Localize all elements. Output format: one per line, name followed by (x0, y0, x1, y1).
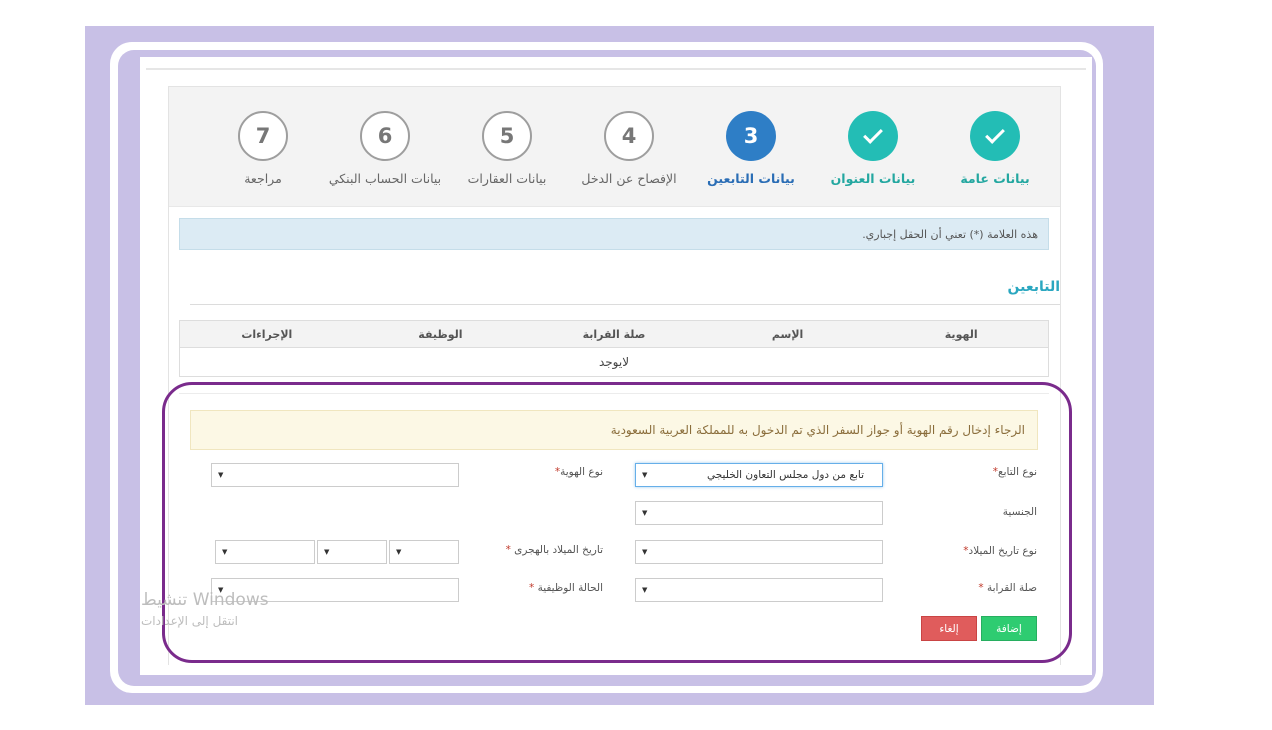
add-dependent-form: الرجاء إدخال رقم الهوية أو جواز السفر ال… (179, 393, 1049, 665)
step-dependents[interactable]: 3 بيانات التابعين (686, 111, 816, 186)
step-label: مراجعة (244, 171, 282, 186)
column-header: الإسم (771, 327, 804, 341)
required-info-alert: هذه العلامة (*) تعني أن الحقل إجباري. (179, 218, 1049, 250)
column-header: الإجراءات (241, 327, 293, 341)
step-number: 4 (604, 111, 654, 161)
step-review[interactable]: 7 مراجعة (198, 111, 328, 186)
step-properties[interactable]: 5 بيانات العقارات (442, 111, 572, 186)
step-bank[interactable]: 6 بيانات الحساب البنكي (320, 111, 450, 186)
wizard-steps: بيانات عامة بيانات العنوان 3 بيانات التا… (169, 87, 1060, 207)
hijri-year-select[interactable]: ▼ (215, 540, 315, 564)
label-text: نوع التابع (998, 466, 1037, 478)
step-label: بيانات العنوان (830, 171, 916, 186)
required-mark: * (978, 582, 984, 594)
hijri-month-select[interactable]: ▼ (317, 540, 387, 564)
watermark-line1: تنشيط Windows (141, 590, 269, 610)
step-label: بيانات العقارات (467, 171, 547, 186)
required-mark: * (528, 582, 535, 594)
column-header: الهوية (944, 327, 978, 341)
label-text: الحالة الوظيفية (537, 582, 603, 594)
cancel-button[interactable]: إلغاء (921, 616, 977, 641)
id-warning-alert: الرجاء إدخال رقم الهوية أو جواز السفر ال… (190, 410, 1038, 450)
label-text: نوع الهوية (560, 466, 603, 478)
check-icon (970, 111, 1020, 161)
dropdown-arrow-icon: ▼ (642, 471, 648, 479)
nationality-select[interactable]: ▼ (635, 501, 883, 525)
dropdown-arrow-icon: ▼ (218, 471, 224, 479)
step-general[interactable]: بيانات عامة (930, 111, 1060, 186)
screenshot-area: بيانات عامة بيانات العنوان 3 بيانات التا… (146, 68, 1086, 665)
hijri-birth-date-label: تاريخ الميلاد بالهجرى * (506, 544, 603, 556)
birth-date-type-select[interactable]: ▼ (635, 540, 883, 564)
step-label: بيانات الحساب البنكي (328, 171, 442, 186)
dependents-table: الهوية الإسم صلة القرابة الوظيفة الإجراء… (179, 320, 1049, 377)
windows-activation-watermark: تنشيط Windows انتقل إلى الإعدادات (141, 590, 269, 628)
id-type-select[interactable]: ▼ (211, 463, 459, 487)
dropdown-arrow-icon: ▼ (324, 548, 330, 556)
relationship-label: صلة القرابة * (978, 582, 1037, 594)
step-number: 7 (238, 111, 288, 161)
step-number: 5 (482, 111, 532, 161)
id-type-label: نوع الهوية* (555, 466, 603, 478)
select-value: تابع من دول مجلس التعاون الخليجي (707, 469, 864, 481)
step-label: الإفصاح عن الدخل (581, 171, 677, 186)
label-text: نوع تاريخ الميلاد (968, 545, 1037, 557)
dropdown-arrow-icon: ▼ (222, 548, 228, 556)
dropdown-arrow-icon: ▼ (396, 548, 402, 556)
step-number: 3 (726, 111, 776, 161)
add-button[interactable]: إضافة (981, 616, 1037, 641)
dropdown-arrow-icon: ▼ (642, 586, 648, 594)
column-header: الوظيفة (418, 327, 463, 341)
nationality-label: الجنسية (1002, 506, 1037, 518)
required-mark: * (505, 544, 511, 556)
check-icon (848, 111, 898, 161)
step-label: بيانات عامة (960, 171, 1030, 186)
relationship-select[interactable]: ▼ (635, 578, 883, 602)
wizard-panel: بيانات عامة بيانات العنوان 3 بيانات التا… (168, 86, 1061, 665)
dropdown-arrow-icon: ▼ (642, 548, 648, 556)
watermark-line2: انتقل إلى الإعدادات (141, 614, 239, 628)
dependent-type-label: نوع التابع* (993, 466, 1037, 478)
step-income[interactable]: 4 الإفصاح عن الدخل (564, 111, 694, 186)
table-header: الهوية الإسم صلة القرابة الوظيفة الإجراء… (180, 321, 1048, 348)
table-empty-row: لايوجد (598, 355, 630, 369)
section-title: التابعين (190, 279, 1060, 305)
dropdown-arrow-icon: ▼ (642, 509, 648, 517)
label-text: تاريخ الميلاد بالهجرى (514, 544, 603, 556)
hijri-day-select[interactable]: ▼ (389, 540, 459, 564)
employment-status-label: الحالة الوظيفية * (529, 582, 603, 594)
step-label: بيانات التابعين (707, 171, 795, 186)
step-address[interactable]: بيانات العنوان (808, 111, 938, 186)
label-text: صلة القرابة (986, 582, 1037, 594)
dependent-type-select[interactable]: تابع من دول مجلس التعاون الخليجي ▼ (635, 463, 883, 487)
step-number: 6 (360, 111, 410, 161)
birth-date-type-label: نوع تاريخ الميلاد* (963, 545, 1037, 557)
column-header: صلة القرابة (582, 327, 646, 341)
